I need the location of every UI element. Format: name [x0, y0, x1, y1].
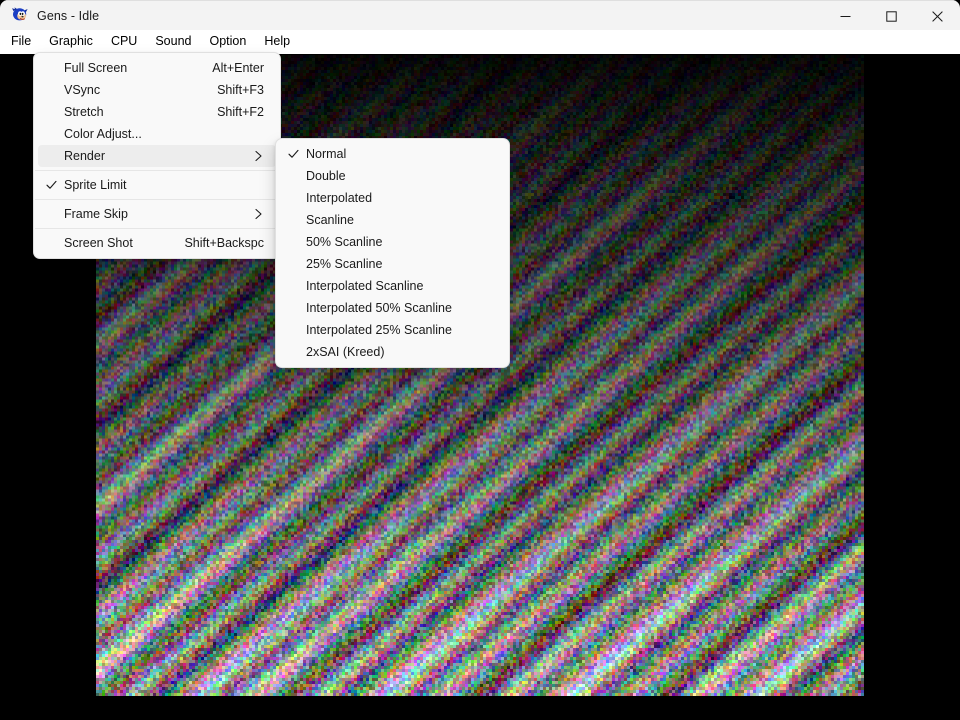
render-option-label: Interpolated Scanline — [306, 279, 424, 293]
menu-item-label: Stretch — [64, 105, 104, 119]
menu-item-shortcut: Shift+F3 — [217, 83, 264, 97]
render-option-label: 50% Scanline — [306, 235, 383, 249]
menu-separator — [35, 170, 279, 171]
render-option-label: Interpolated 50% Scanline — [306, 301, 452, 315]
render-submenu: Normal Double Interpolated Scanline 50% Scan… — [275, 138, 510, 368]
menu-item-color-adjust[interactable]: Color Adjust... — [38, 123, 276, 145]
render-option-scanline[interactable]: Scanline — [280, 209, 505, 231]
menu-item-stretch[interactable]: Stretch Shift+F2 — [38, 101, 276, 123]
menubar-item-option[interactable]: Option — [201, 31, 256, 53]
render-option-interpolated-scanline[interactable]: Interpolated Scanline — [280, 275, 505, 297]
menu-item-sprite-limit[interactable]: Sprite Limit — [38, 174, 276, 196]
menu-item-shortcut: Alt+Enter — [212, 61, 264, 75]
menu-separator — [35, 228, 279, 229]
maximize-button[interactable] — [868, 1, 914, 31]
menu-item-shortcut: Shift+F2 — [217, 105, 264, 119]
menu-item-label: Color Adjust... — [64, 127, 142, 141]
menu-item-label: VSync — [64, 83, 101, 97]
menu-item-frame-skip[interactable]: Frame Skip — [38, 203, 276, 225]
minimize-button[interactable] — [822, 1, 868, 31]
menubar-item-help[interactable]: Help — [255, 31, 299, 53]
menu-item-render[interactable]: Render — [38, 145, 276, 167]
render-option-label: 25% Scanline — [306, 257, 383, 271]
menu-item-label: Screen Shot — [64, 236, 133, 250]
render-option-label: Double — [306, 169, 346, 183]
menubar: File Graphic CPU Sound Option Help — [0, 30, 960, 54]
render-option-interpolated[interactable]: Interpolated — [280, 187, 505, 209]
menu-item-label: Full Screen — [64, 61, 128, 75]
chevron-right-icon — [248, 208, 276, 220]
render-option-label: Interpolated — [306, 191, 373, 205]
check-icon — [38, 180, 64, 190]
menu-item-full-screen[interactable]: Full Screen Alt+Enter — [38, 57, 276, 79]
menu-separator — [35, 199, 279, 200]
window-controls — [822, 1, 960, 31]
render-option-label: 2xSAI (Kreed) — [306, 345, 385, 359]
menubar-item-graphic[interactable]: Graphic — [40, 31, 102, 53]
menubar-item-file[interactable]: File — [2, 31, 40, 53]
render-option-double[interactable]: Double — [280, 165, 505, 187]
chevron-right-icon — [248, 150, 276, 162]
render-option-interpolated-25-scanline[interactable]: Interpolated 25% Scanline — [280, 319, 505, 341]
render-option-label: Scanline — [306, 213, 354, 227]
menu-item-shortcut: Shift+Backspc — [184, 236, 264, 250]
menubar-item-cpu[interactable]: CPU — [102, 31, 146, 53]
render-option-25-scanline[interactable]: 25% Scanline — [280, 253, 505, 275]
render-option-2xsai-kreed[interactable]: 2xSAI (Kreed) — [280, 341, 505, 363]
app-window: Gens - Idle File Graphic CPU Sound Option Hel… — [0, 0, 960, 720]
sonic-app-icon — [11, 7, 28, 24]
graphic-dropdown-menu: Full Screen Alt+Enter VSync Shift+F3 Stretch… — [33, 52, 281, 259]
menu-item-label: Frame Skip — [64, 207, 128, 221]
render-option-50-scanline[interactable]: 50% Scanline — [280, 231, 505, 253]
menu-item-label: Render — [64, 149, 105, 163]
titlebar: Gens - Idle — [0, 0, 960, 30]
menu-item-vsync[interactable]: VSync Shift+F3 — [38, 79, 276, 101]
render-option-label: Interpolated 25% Scanline — [306, 323, 452, 337]
render-option-normal[interactable]: Normal — [280, 143, 505, 165]
render-option-label: Normal — [306, 147, 347, 161]
menu-item-label: Sprite Limit — [64, 178, 127, 192]
menu-item-screen-shot[interactable]: Screen Shot Shift+Backspc — [38, 232, 276, 254]
menubar-item-sound[interactable]: Sound — [146, 31, 200, 53]
close-button[interactable] — [914, 1, 960, 31]
render-option-interpolated-50-scanline[interactable]: Interpolated 50% Scanline — [280, 297, 505, 319]
check-icon — [280, 149, 306, 159]
window-title: Gens - Idle — [37, 8, 100, 23]
